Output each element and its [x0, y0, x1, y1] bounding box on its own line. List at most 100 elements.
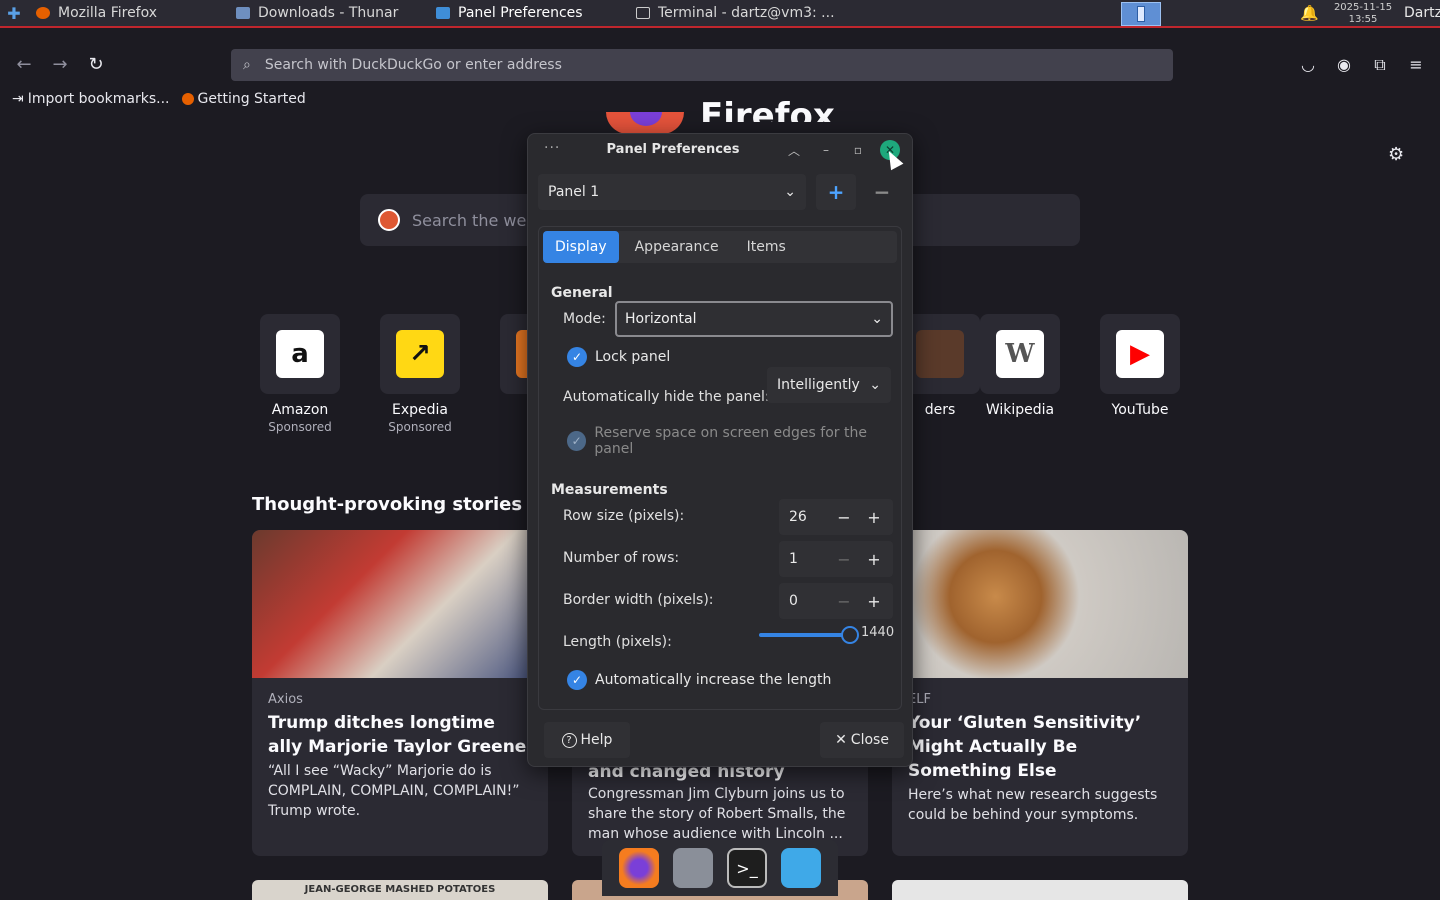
wikipedia-icon: W — [996, 330, 1044, 378]
browser-toolbar: ← → ↻ ⌕ Search with DuckDuckGo or enter … — [0, 44, 1440, 86]
terminal-icon[interactable]: >_ — [727, 848, 767, 888]
back-arrow-icon[interactable]: ← — [12, 53, 36, 77]
dialog-titlebar[interactable]: ··· Panel Preferences ︿ – ▫ ✕ — [528, 134, 912, 166]
chevron-down-icon: ⌄ — [869, 377, 881, 393]
firefox-icon[interactable] — [619, 848, 659, 888]
length-slider[interactable] — [759, 626, 859, 644]
story-card[interactable]: Axios Trump ditches longtime ally Marjor… — [252, 530, 548, 856]
help-button[interactable]: ? Help — [544, 722, 630, 758]
dock: >_ — [602, 840, 838, 896]
story-card-peek[interactable]: JEAN-GEORGE MASHED POTATOES — [252, 880, 548, 900]
shortcut-wikipedia[interactable]: W Wikipedia — [960, 314, 1080, 418]
auto-length-label: Automatically increase the length — [595, 672, 832, 688]
task-label: Terminal - dartz@vm3: ... — [658, 5, 835, 21]
terminal-icon — [636, 7, 650, 19]
lock-panel-checkbox[interactable]: ✓ Lock panel — [567, 347, 670, 367]
autohide-select[interactable]: Intelligently ⌄ — [767, 367, 891, 403]
rows-spinner[interactable]: 1 − + — [779, 541, 893, 577]
tab-items[interactable]: Items — [735, 231, 798, 263]
account-icon[interactable]: ◉ — [1333, 54, 1355, 76]
gear-icon[interactable]: ⚙ — [1388, 144, 1404, 165]
reserve-space-label: Reserve space on screen edges for the pa… — [594, 425, 867, 457]
slider-handle[interactable] — [841, 626, 859, 644]
shortcut-name: YouTube — [1111, 402, 1169, 418]
minus-icon[interactable]: − — [829, 592, 859, 611]
bookmark-getting-started[interactable]: Getting Started — [181, 91, 306, 107]
firefox-icon — [181, 93, 194, 105]
tab-appearance[interactable]: Appearance — [623, 231, 731, 263]
menu-icon[interactable]: ≡ — [1405, 54, 1427, 76]
panel-settings-icon[interactable] — [781, 848, 821, 888]
panel-selector-value: Panel 1 — [548, 184, 600, 200]
autohide-value: Intelligently — [777, 377, 860, 393]
border-width-spinner[interactable]: 0 − + — [779, 583, 893, 619]
plus-icon[interactable]: + — [859, 508, 889, 527]
reserve-space-checkbox[interactable]: ✓ Reserve space on screen edges for the … — [567, 425, 901, 457]
tab-display[interactable]: Display — [543, 231, 619, 263]
close-button[interactable]: ✕ Close — [820, 722, 904, 758]
shortcut-name: Expedia — [392, 402, 448, 418]
firefox-icon — [36, 7, 50, 19]
app-menu-icon[interactable]: ✚ — [0, 0, 28, 27]
shortcut-icon — [916, 330, 964, 378]
mode-select[interactable]: Horizontal ⌄ — [615, 301, 893, 337]
story-card[interactable]: ELF Your ‘Gluten Sensitivity’ Might Actu… — [892, 530, 1188, 856]
mode-label: Mode: — [563, 311, 606, 327]
row-size-spinner[interactable]: 26 − + — [779, 499, 893, 535]
remove-panel-button[interactable]: − — [862, 174, 902, 210]
maximize-icon[interactable]: ▫ — [848, 140, 868, 160]
help-icon: ? — [561, 732, 577, 748]
auto-length-checkbox[interactable]: ✓ Automatically increase the length — [567, 670, 831, 690]
check-icon: ✓ — [567, 431, 587, 451]
stories-heading: Thought-provoking stories — [252, 494, 523, 515]
close-label: Close — [850, 732, 889, 748]
clock[interactable]: 2025-11-15 13:55 — [1330, 2, 1396, 26]
pocket-icon[interactable]: ◡ — [1297, 54, 1319, 76]
shortcut-youtube[interactable]: ▶ YouTube — [1080, 314, 1200, 418]
minus-icon[interactable]: − — [829, 508, 859, 527]
story-source: Axios — [268, 692, 303, 707]
plus-icon[interactable]: + — [859, 550, 889, 569]
task-label: Downloads - Thunar — [258, 5, 399, 21]
task-label: Mozilla Firefox — [58, 5, 158, 21]
task-firefox[interactable]: Mozilla Firefox — [28, 0, 228, 27]
bell-icon[interactable]: 🔔 — [1300, 4, 1319, 22]
border-width-value[interactable]: 0 — [779, 593, 829, 609]
youtube-icon: ▶ — [1116, 330, 1164, 378]
minus-icon[interactable]: − — [829, 550, 859, 569]
add-panel-button[interactable]: + — [816, 174, 856, 210]
story-card-peek[interactable] — [892, 880, 1188, 900]
story-image — [892, 530, 1188, 678]
user-name[interactable]: Dartz — [1404, 5, 1440, 21]
task-thunar[interactable]: Downloads - Thunar — [228, 0, 428, 27]
rows-value[interactable]: 1 — [779, 551, 829, 567]
plus-icon[interactable]: + — [859, 592, 889, 611]
workspace-pager[interactable] — [1121, 2, 1161, 26]
shortcut-expedia[interactable]: ↗ Expedia Sponsored — [360, 314, 480, 434]
panel-selector[interactable]: Panel 1 ⌄ — [538, 174, 806, 210]
task-panel-preferences[interactable]: Panel Preferences — [428, 0, 628, 27]
check-icon: ✓ — [567, 670, 587, 690]
reload-icon[interactable]: ↻ — [84, 53, 108, 77]
top-panel: ✚ Mozilla Firefox Downloads - Thunar Pan… — [0, 0, 1440, 28]
task-terminal[interactable]: Terminal - dartz@vm3: ... — [628, 0, 838, 27]
url-bar[interactable]: ⌕ Search with DuckDuckGo or enter addres… — [231, 49, 1173, 81]
task-label: Panel Preferences — [458, 5, 583, 21]
firefox-logo — [606, 112, 684, 134]
search-icon: ⌕ — [243, 57, 251, 73]
bookmark-import[interactable]: ⇥ Import bookmarks... — [12, 91, 170, 107]
row-size-label: Row size (pixels): — [563, 508, 685, 524]
bookmarks-toolbar: ⇥ Import bookmarks... Getting Started — [0, 88, 306, 110]
shade-icon[interactable]: ︿ — [784, 140, 804, 160]
shortcut-amazon[interactable]: a Amazon Sponsored — [240, 314, 360, 434]
extensions-icon[interactable]: ⧉ — [1369, 54, 1391, 76]
autohide-label: Automatically hide the panel: — [563, 389, 770, 405]
row-size-value[interactable]: 26 — [779, 509, 829, 525]
minimize-icon[interactable]: – — [816, 140, 836, 160]
import-icon: ⇥ — [12, 91, 24, 107]
forward-arrow-icon[interactable]: → — [48, 53, 72, 77]
file-manager-icon[interactable] — [673, 848, 713, 888]
panel-icon — [436, 7, 450, 19]
check-icon: ✓ — [567, 347, 587, 367]
duckduckgo-icon — [378, 209, 400, 231]
